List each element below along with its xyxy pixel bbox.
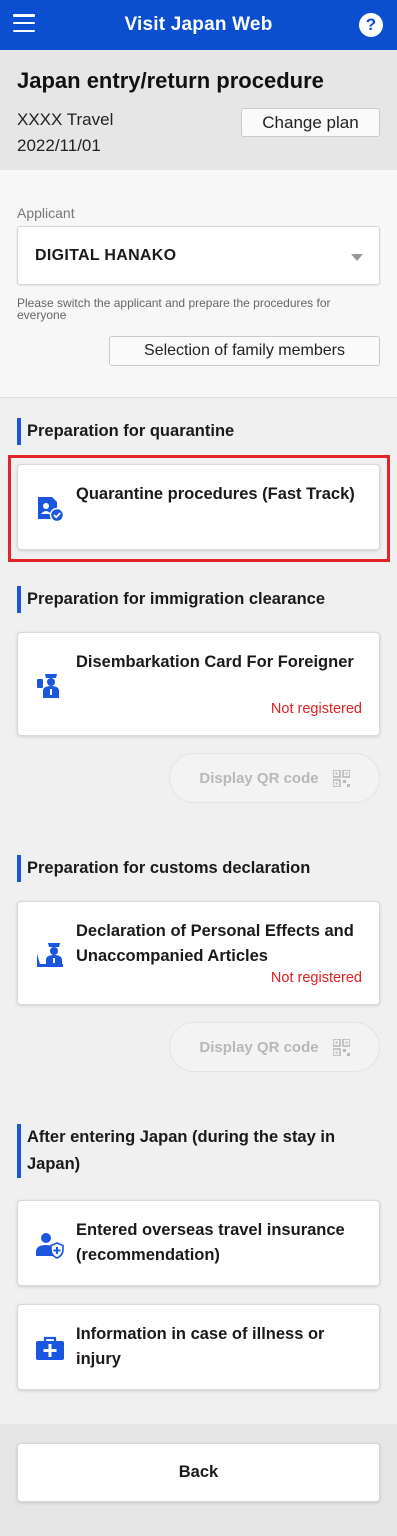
app-header: Visit Japan Web ? bbox=[0, 0, 397, 50]
display-qr-code-button-immigration[interactable]: Display QR code bbox=[169, 753, 380, 803]
plan-date: 2022/11/01 bbox=[17, 136, 101, 155]
applicant-selected-value: DIGITAL HANAKO bbox=[35, 247, 177, 264]
applicant-section: Applicant DIGITAL HANAKO Please switch t… bbox=[0, 170, 397, 398]
card-label: Declaration of Personal Effects and Unac… bbox=[76, 922, 354, 965]
back-button[interactable]: Back bbox=[17, 1443, 380, 1502]
quarantine-procedures-card[interactable]: Quarantine procedures (Fast Track) bbox=[17, 464, 380, 550]
qr-code-icon bbox=[332, 1038, 350, 1056]
card-label: Quarantine procedures (Fast Track) bbox=[76, 485, 355, 503]
insurance-user-shield-icon bbox=[36, 1233, 64, 1259]
plan-header: Japan entry/return procedure XXXX Travel… bbox=[0, 50, 397, 170]
chevron-down-icon bbox=[351, 254, 363, 261]
applicant-label: Applicant bbox=[17, 205, 75, 221]
status-badge: Not registered bbox=[270, 970, 362, 986]
footer: Back bbox=[0, 1424, 397, 1536]
immigration-officer-icon bbox=[37, 674, 59, 698]
section-heading-after-entering: After entering Japan (during the stay in… bbox=[17, 1124, 380, 1178]
app-title: Visit Japan Web bbox=[124, 14, 273, 35]
applicant-note: Please switch the applicant and prepare … bbox=[17, 296, 331, 322]
help-icon[interactable]: ? bbox=[359, 13, 383, 37]
section-heading-immigration: Preparation for immigration clearance bbox=[17, 586, 325, 613]
illness-information-card[interactable]: Information in case of illness or injury bbox=[17, 1304, 380, 1390]
hamburger-menu-icon[interactable] bbox=[13, 14, 35, 34]
applicant-select[interactable]: DIGITAL HANAKO bbox=[17, 226, 380, 285]
section-heading-quarantine: Preparation for quarantine bbox=[17, 418, 234, 445]
disembarkation-card[interactable]: Disembarkation Card For Foreigner Not re… bbox=[17, 632, 380, 736]
card-label: Information in case of illness or injury bbox=[76, 1325, 325, 1368]
medical-kit-icon bbox=[36, 1336, 64, 1360]
qr-code-icon bbox=[332, 769, 350, 787]
plan-travel-name: XXXX Travel bbox=[17, 110, 114, 129]
card-label: Disembarkation Card For Foreigner bbox=[76, 653, 354, 671]
family-members-button[interactable]: Selection of family members bbox=[109, 336, 380, 366]
quarantine-document-icon bbox=[38, 497, 65, 523]
qr-button-label: Display QR code bbox=[199, 1038, 319, 1056]
section-heading-customs: Preparation for customs declaration bbox=[17, 855, 310, 882]
display-qr-code-button-customs[interactable]: Display QR code bbox=[169, 1022, 380, 1072]
page-title: Japan entry/return procedure bbox=[17, 68, 324, 93]
qr-button-label: Display QR code bbox=[199, 769, 319, 787]
customs-officer-icon bbox=[37, 943, 63, 967]
overseas-insurance-card[interactable]: Entered overseas travel insurance (recom… bbox=[17, 1200, 380, 1286]
card-label: Entered overseas travel insurance (recom… bbox=[76, 1221, 345, 1264]
customs-declaration-card[interactable]: Declaration of Personal Effects and Unac… bbox=[17, 901, 380, 1005]
status-badge: Not registered bbox=[270, 701, 362, 717]
change-plan-button[interactable]: Change plan bbox=[241, 108, 380, 137]
